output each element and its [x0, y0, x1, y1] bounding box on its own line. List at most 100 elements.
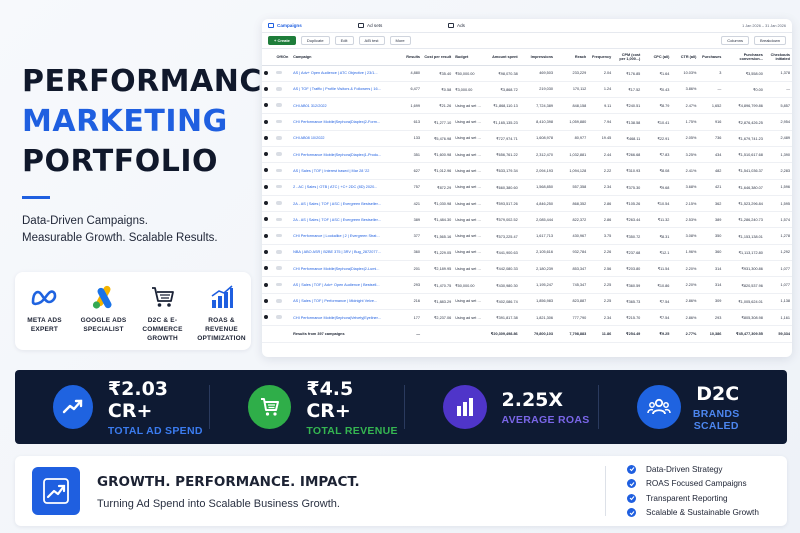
- row-select-dot[interactable]: [262, 162, 275, 180]
- campaign-name-link[interactable]: AS | Sales | TOF | Performance | Midnigh…: [291, 293, 391, 310]
- table-row[interactable]: CHI AB08 10/2022 133 ₹5,476.98 Using ad set…: [262, 130, 792, 147]
- ab-test-button[interactable]: A/B test: [358, 36, 385, 45]
- row-toggle[interactable]: [274, 162, 292, 180]
- row-toggle[interactable]: [274, 195, 292, 213]
- campaign-name-link[interactable]: 2A - AS | Sales | TOF | ASC | Evergreen …: [291, 195, 391, 213]
- table-row[interactable]: AS | Sales | TOF | Adv+ Open Audience | …: [262, 276, 792, 294]
- column-header[interactable]: CTR (all): [671, 49, 699, 66]
- campaign-name-link[interactable]: CHI Performance Mobile|Sephora|Velvety|E…: [291, 309, 391, 327]
- create-button[interactable]: + Create: [268, 36, 296, 45]
- row-toggle[interactable]: [274, 97, 292, 115]
- campaign-name-link[interactable]: CHI AB01 312/2022: [291, 97, 391, 115]
- cell-cpr: ₹1,229.05: [422, 244, 454, 262]
- cell-reach: 853,347: [555, 260, 589, 278]
- table-row[interactable]: CHI Performance Mobile|Sephora|Diaplex|2…: [262, 260, 792, 278]
- cell-purch: —: [698, 81, 724, 99]
- row-toggle[interactable]: [274, 276, 292, 294]
- row-select-dot[interactable]: [262, 97, 275, 115]
- campaign-name-link[interactable]: AS | Adv+ Open Audience | ATC Objective …: [291, 65, 391, 82]
- row-toggle[interactable]: [274, 81, 292, 99]
- row-toggle[interactable]: [274, 179, 292, 196]
- table-row[interactable]: CHI AB01 312/2022 1,699 ₹21.26 Using ad set…: [262, 97, 792, 115]
- campaign-name-link[interactable]: CHI Performance Mobile|Sephora|Diaplex|1…: [291, 146, 391, 164]
- column-header[interactable]: Frequency: [588, 49, 614, 66]
- column-header[interactable]: Purchases conversion...: [723, 49, 765, 66]
- campaign-name-link[interactable]: CHI Performance | Lookalike | 2 | Evergr…: [291, 227, 391, 245]
- column-header[interactable]: Purchases: [698, 49, 724, 66]
- duplicate-button[interactable]: Duplicate: [300, 36, 330, 45]
- tab-ad-sets[interactable]: Ad sets: [358, 23, 448, 28]
- column-header[interactable]: Checkouts initiated: [764, 49, 792, 66]
- tab-ads[interactable]: Ads: [448, 23, 538, 28]
- row-toggle[interactable]: [274, 65, 292, 82]
- column-header[interactable]: Amount spent: [484, 49, 520, 66]
- table-row[interactable]: 2 - AC | Sales | OTB | ATC | +C+ 2DC (8D…: [262, 179, 792, 196]
- row-select-dot[interactable]: [262, 260, 275, 278]
- row-toggle[interactable]: [274, 309, 292, 327]
- column-header[interactable]: Impressions: [519, 49, 556, 66]
- table-row[interactable]: 2A - AS | Sales | TOF | ASC | Evergreen …: [262, 195, 792, 213]
- table-row[interactable]: NBA | ABO ASR | B2BE 375 | 3RV | Bug_287…: [262, 244, 792, 262]
- select-all-column[interactable]: [262, 49, 275, 66]
- column-header[interactable]: Reach: [555, 49, 589, 66]
- tab-campaigns[interactable]: Campaigns: [268, 23, 358, 28]
- table-row[interactable]: CHI Performance Mobile|Sephora|Velvety|E…: [262, 309, 792, 327]
- row-toggle[interactable]: [274, 293, 292, 310]
- campaign-name-link[interactable]: CHI Performance Mobile|Sephora|Diaplex|2…: [291, 113, 391, 131]
- campaign-name-link[interactable]: AS | TOF | Traffic | Profile Visitors & …: [291, 81, 391, 99]
- row-select-dot[interactable]: [262, 179, 275, 196]
- stat-value: ₹4.5 CR+: [306, 377, 354, 422]
- column-header[interactable]: CPM (cost per 1,000...): [613, 49, 643, 66]
- row-toggle[interactable]: [274, 146, 292, 164]
- row-select-dot[interactable]: [262, 244, 275, 262]
- row-select-dot[interactable]: [262, 65, 275, 82]
- table-row[interactable]: AS | Sales | TOF | Interest based | Mar …: [262, 162, 792, 180]
- more-button[interactable]: More: [389, 36, 411, 45]
- row-toggle[interactable]: [274, 260, 292, 278]
- column-header[interactable]: Cost per result: [422, 49, 454, 66]
- row-select-dot[interactable]: [262, 81, 275, 99]
- cell-cpm: ₹266.68: [613, 146, 643, 164]
- column-header[interactable]: CPC (all): [642, 49, 672, 66]
- campaign-name-link[interactable]: 2 - AC | Sales | OTB | ATC | +C+ 2DC (8D…: [291, 179, 391, 196]
- table-row[interactable]: CHI Performance | Lookalike | 2 | Evergr…: [262, 227, 792, 245]
- row-select-dot[interactable]: [262, 146, 275, 164]
- table-row[interactable]: AS | TOF | Traffic | Profile Visitors & …: [262, 81, 792, 99]
- table-row[interactable]: CHI Performance Mobile|Sephora|Diaplex|1…: [262, 146, 792, 164]
- column-header[interactable]: Off/On: [274, 49, 292, 66]
- column-header[interactable]: Budget: [453, 49, 485, 66]
- row-select-dot[interactable]: [262, 293, 275, 310]
- campaign-name-link[interactable]: 2A - AS | Sales | TOF | ASC | Evergreen …: [291, 211, 391, 229]
- row-select-dot[interactable]: [262, 227, 275, 245]
- campaign-name-link[interactable]: AS | Sales | TOF | Adv+ Open Audience | …: [291, 276, 391, 294]
- row-toggle[interactable]: [274, 211, 292, 229]
- table-row[interactable]: CHI Performance Mobile|Sephora|Diaplex|2…: [262, 113, 792, 131]
- row-select-dot[interactable]: [262, 211, 275, 229]
- row-toggle[interactable]: [274, 244, 292, 262]
- column-header[interactable]: Results: [390, 49, 423, 66]
- campaign-name-link[interactable]: CHI AB08 10/2022: [291, 130, 391, 147]
- row-toggle[interactable]: [274, 113, 292, 131]
- table-row[interactable]: AS | Sales | TOF | Performance | Midnigh…: [262, 293, 792, 310]
- cell-spent: ₹1,165,135.23: [484, 113, 520, 131]
- cell-budget: Using ad set bud...: [453, 211, 485, 229]
- row-select-dot[interactable]: [262, 113, 275, 131]
- columns-button[interactable]: Columns: [721, 36, 749, 45]
- row-select-dot[interactable]: [262, 309, 275, 327]
- row-toggle[interactable]: [274, 227, 292, 245]
- cell-reach: 848,158: [555, 97, 589, 115]
- row-select-dot[interactable]: [262, 276, 275, 294]
- column-header[interactable]: Campaign: [291, 49, 391, 66]
- row-select-dot[interactable]: [262, 130, 275, 147]
- campaign-name-link[interactable]: CHI Performance Mobile|Sephora|Diaplex|2…: [291, 260, 391, 278]
- campaign-name-link[interactable]: AS | Sales | TOF | Interest based | Mar …: [291, 162, 391, 180]
- breakdown-button[interactable]: Breakdown: [753, 36, 786, 45]
- table-row[interactable]: 2A - AS | Sales | TOF | ASC | Evergreen …: [262, 211, 792, 229]
- edit-button[interactable]: Edit: [334, 36, 354, 45]
- date-range-picker[interactable]: 1 Jan 2026 – 31 Jan 2026: [742, 24, 786, 28]
- table-row[interactable]: AS | Adv+ Open Audience | ATC Objective …: [262, 65, 792, 82]
- campaign-name-link[interactable]: NBA | ABO ASR | B2BE 375 | 3RV | Bug_287…: [291, 244, 391, 262]
- row-select-dot[interactable]: [262, 195, 275, 213]
- row-toggle[interactable]: [274, 130, 292, 147]
- cell-pconv: ₹1,005,624.01: [723, 293, 765, 310]
